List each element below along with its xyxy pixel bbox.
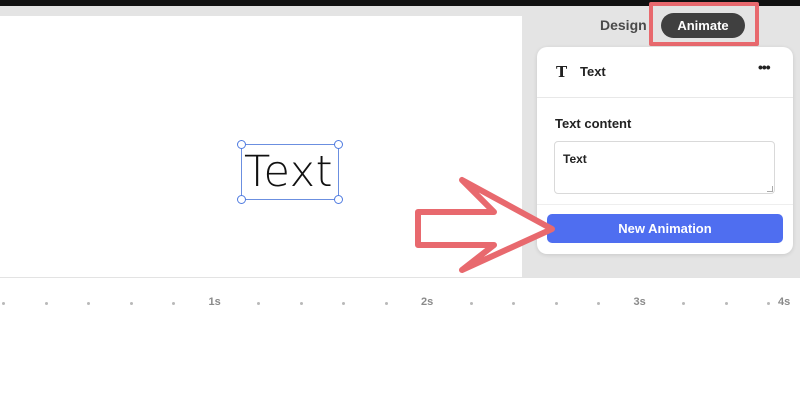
timeline-second-label: 4s	[778, 296, 791, 308]
text-content-field[interactable]	[554, 141, 775, 194]
text-element-content[interactable]: Text	[244, 146, 333, 198]
timeline-tick-dot	[554, 302, 558, 305]
tab-animate[interactable]: Animate	[661, 13, 745, 38]
timeline-second-label: 2s	[421, 296, 434, 308]
timeline-tick-dot	[129, 302, 133, 305]
divider	[537, 204, 793, 205]
more-options-icon[interactable]: •••	[758, 59, 771, 75]
timeline-tick-dot	[299, 302, 303, 305]
new-animation-button[interactable]: New Animation	[547, 214, 783, 243]
timeline-tick-dot	[2, 302, 5, 305]
selected-text-element[interactable]: Text	[237, 140, 343, 204]
timeline-tick-dot	[172, 302, 175, 305]
panel-title: Text	[580, 64, 606, 79]
timeline-tick-dot	[682, 302, 685, 305]
resize-handle-top-right[interactable]	[334, 140, 343, 149]
resize-handle-bottom-left[interactable]	[237, 195, 246, 204]
timeline-second-label: 3s	[633, 296, 646, 308]
timeline-tick-dot	[257, 302, 260, 305]
timeline-tick-dot	[384, 302, 388, 305]
text-content-label: Text content	[555, 116, 632, 131]
timeline-second-label: 1s	[208, 296, 221, 308]
resize-handle-top-left[interactable]	[237, 140, 246, 149]
timeline-tick-dot	[87, 302, 90, 305]
timeline-tick-dot	[44, 302, 48, 305]
timeline-tick-dot	[469, 302, 473, 305]
panel-header: T Text •••	[537, 47, 793, 98]
tab-design[interactable]: Design	[600, 17, 647, 33]
resize-handle-bottom-right[interactable]	[334, 195, 343, 204]
canvas[interactable]: Text	[0, 16, 522, 277]
timeline-tick-dot	[342, 302, 345, 305]
textarea-resize-grip-icon[interactable]	[767, 186, 773, 192]
timeline-tick-dot	[512, 302, 515, 305]
text-type-icon: T	[556, 63, 568, 81]
timeline-tick-dot	[597, 302, 600, 305]
timeline-tick-dot	[767, 302, 770, 305]
timeline[interactable]: 1s 2s 3s 4s	[0, 277, 800, 400]
properties-panel: T Text ••• Text content New Animation	[537, 47, 793, 254]
timeline-tick-dot	[724, 302, 728, 305]
